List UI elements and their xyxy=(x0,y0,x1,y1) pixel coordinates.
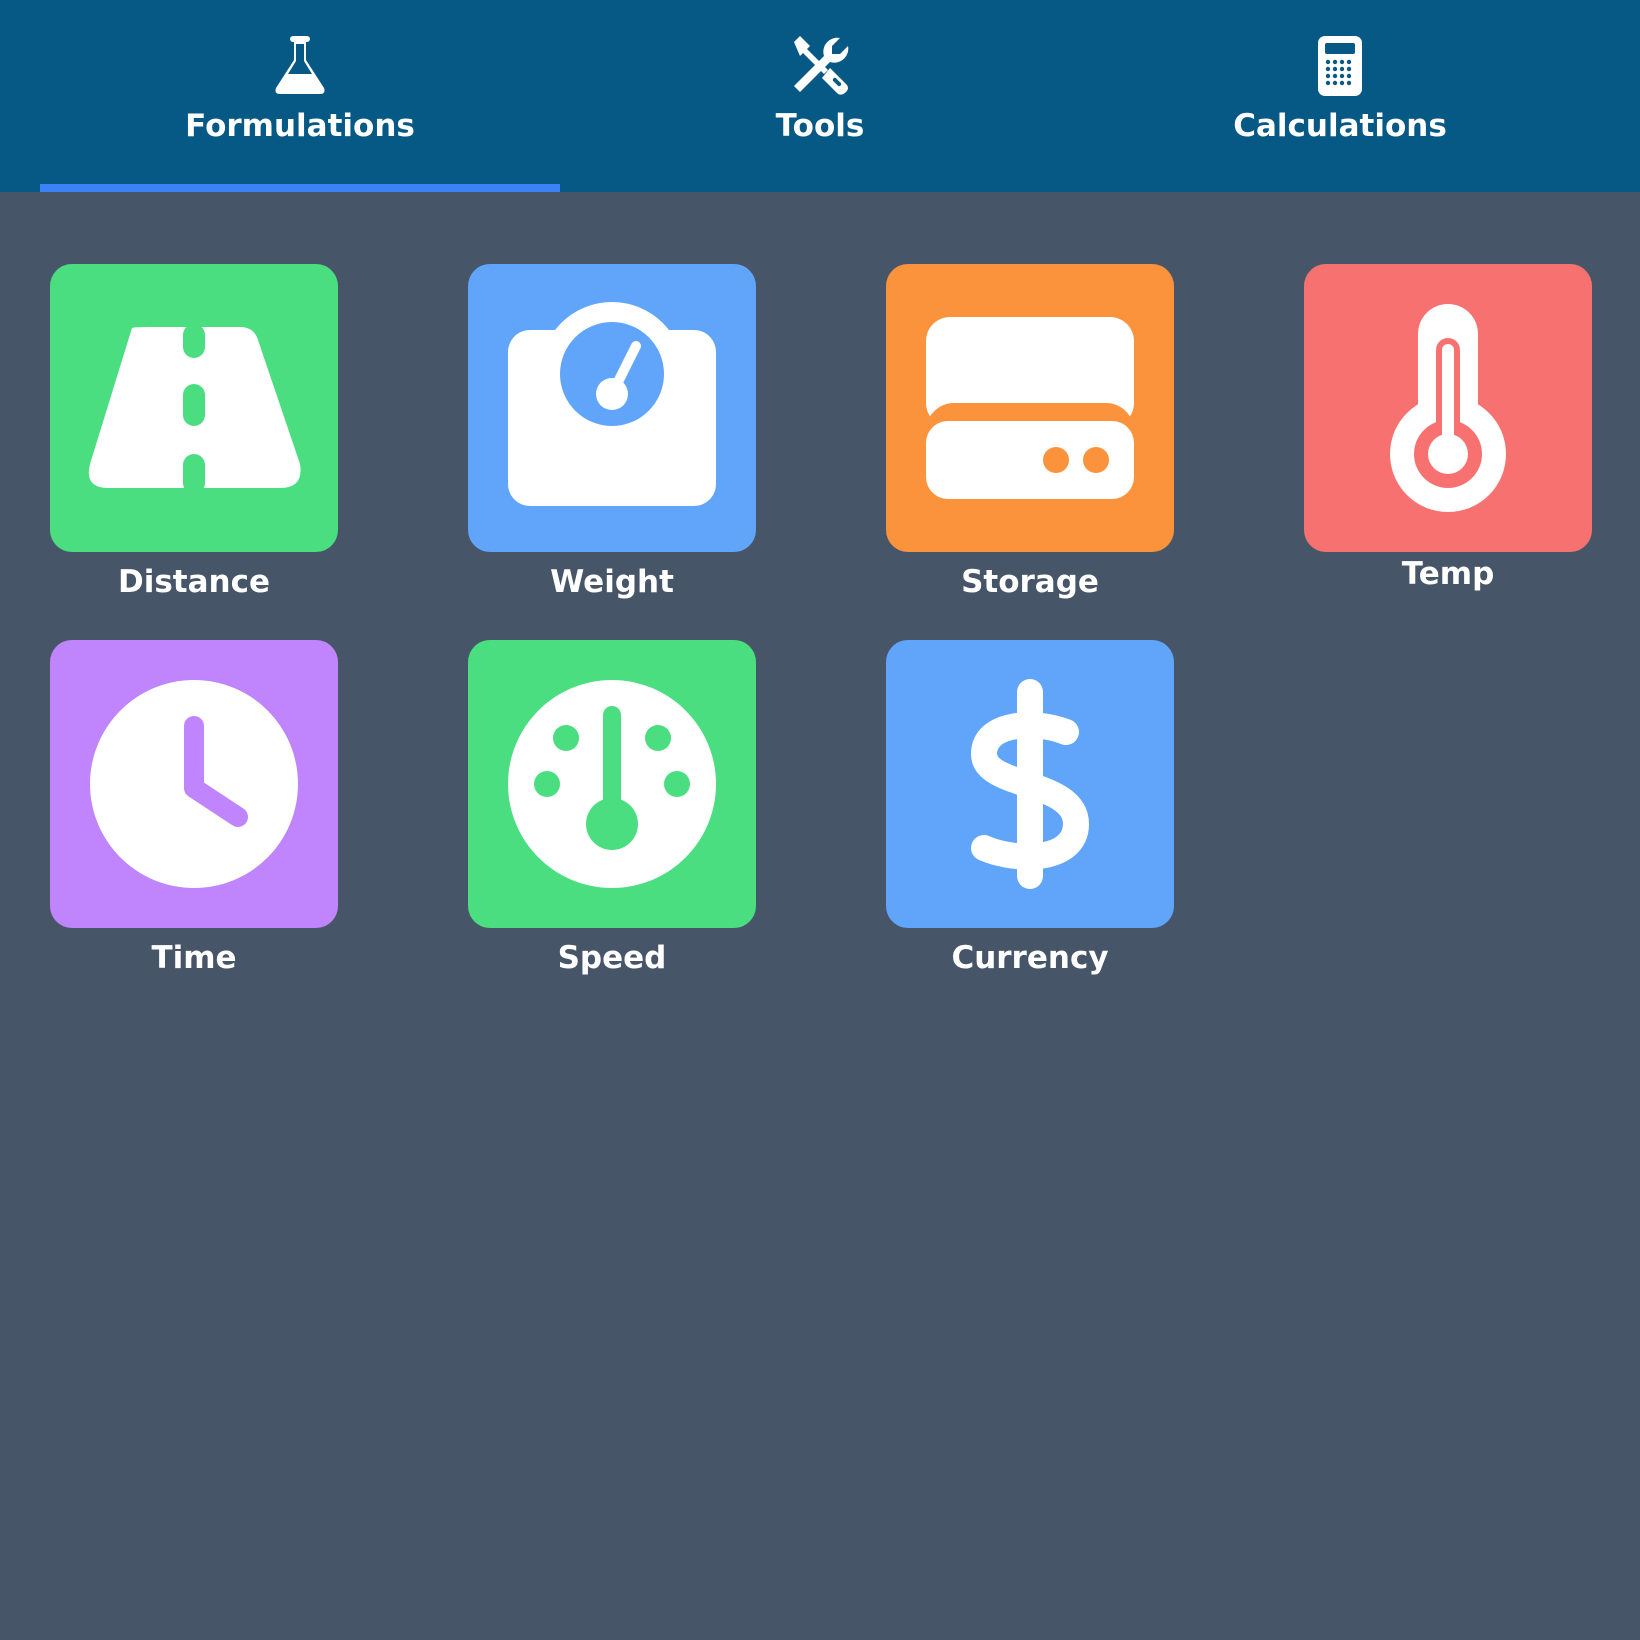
hard-drive-icon xyxy=(926,317,1134,499)
tile-label: Weight xyxy=(550,564,674,600)
tab-label: Calculations xyxy=(1233,108,1447,144)
tile-currency[interactable]: Currency xyxy=(886,640,1174,976)
tab-tools[interactable]: Tools xyxy=(560,0,1080,192)
tile-label: Speed xyxy=(557,940,667,976)
tile-icon-box xyxy=(468,264,756,552)
thermometer-icon xyxy=(1390,304,1506,512)
calculator-icon xyxy=(1318,36,1362,96)
tile-icon-box xyxy=(886,264,1174,552)
tile-label: Time xyxy=(151,940,237,976)
tile-label: Distance xyxy=(117,564,271,600)
tile-label: Storage xyxy=(961,564,1099,600)
top-tab-bar: Formulations Tools Calculations xyxy=(0,0,1640,192)
road-icon xyxy=(88,324,301,494)
tile-icon-box xyxy=(468,640,756,928)
tile-label: Temp xyxy=(1401,556,1495,592)
tile-icon-box xyxy=(886,640,1174,928)
tile-icon-box xyxy=(1304,264,1592,552)
tile-temp[interactable]: Temp xyxy=(1304,264,1592,592)
wrench-screwdriver-icon xyxy=(794,36,849,95)
clock-icon xyxy=(90,680,298,888)
tile-label: Currency xyxy=(951,940,1109,976)
tile-distance[interactable]: Distance xyxy=(50,264,338,600)
active-tab-indicator xyxy=(40,184,560,192)
tab-label: Formulations xyxy=(185,108,415,144)
tab-calculations[interactable]: Calculations xyxy=(1080,0,1600,192)
scale-icon xyxy=(508,302,716,506)
dollar-icon xyxy=(971,679,1089,889)
tile-storage[interactable]: Storage xyxy=(886,264,1174,600)
tab-formulations[interactable]: Formulations xyxy=(40,0,560,192)
tile-icon-box xyxy=(50,640,338,928)
speedometer-icon xyxy=(508,680,716,888)
tile-speed[interactable]: Speed xyxy=(468,640,756,976)
flask-icon xyxy=(275,36,325,94)
tile-weight[interactable]: Weight xyxy=(468,264,756,600)
tile-time[interactable]: Time xyxy=(50,640,338,976)
tab-label: Tools xyxy=(775,108,865,144)
tile-icon-box xyxy=(50,264,338,552)
